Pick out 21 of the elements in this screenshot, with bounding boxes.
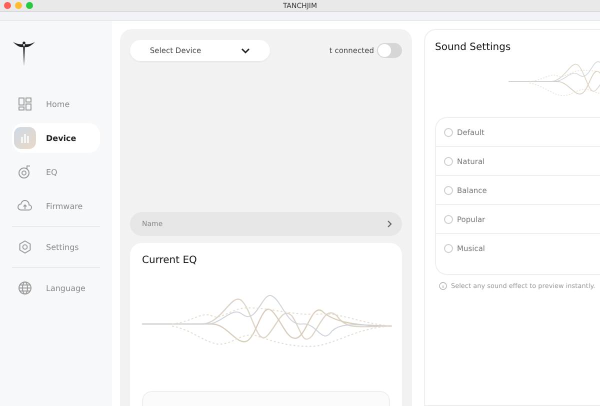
minimize-button[interactable] <box>15 2 22 9</box>
sidebar-item[interactable]: EQ <box>12 157 100 187</box>
info-icon <box>439 282 447 290</box>
bar-chart-icon <box>14 127 36 149</box>
chevron-right-icon <box>387 220 392 228</box>
sidebar-item[interactable]: Firmware <box>12 191 100 221</box>
panel-title: Sound Settings <box>435 42 512 53</box>
card-title: Current EQ <box>142 255 198 266</box>
sidebar-item[interactable]: Language <box>12 273 100 303</box>
sidebar-item[interactable]: Device <box>12 123 100 153</box>
radio-button[interactable] <box>444 214 453 224</box>
sidebar-item[interactable]: Home <box>12 89 100 119</box>
radio-button[interactable] <box>444 186 453 194</box>
chevron-down-icon <box>241 48 250 54</box>
radio-button[interactable] <box>444 128 453 136</box>
connection-toggle[interactable] <box>377 43 402 58</box>
radio-button[interactable] <box>444 244 453 252</box>
sidebar-item[interactable]: Settings <box>12 232 100 262</box>
radio-button[interactable] <box>444 156 453 166</box>
zoom-button[interactable] <box>26 2 33 9</box>
close-button[interactable] <box>4 2 11 9</box>
